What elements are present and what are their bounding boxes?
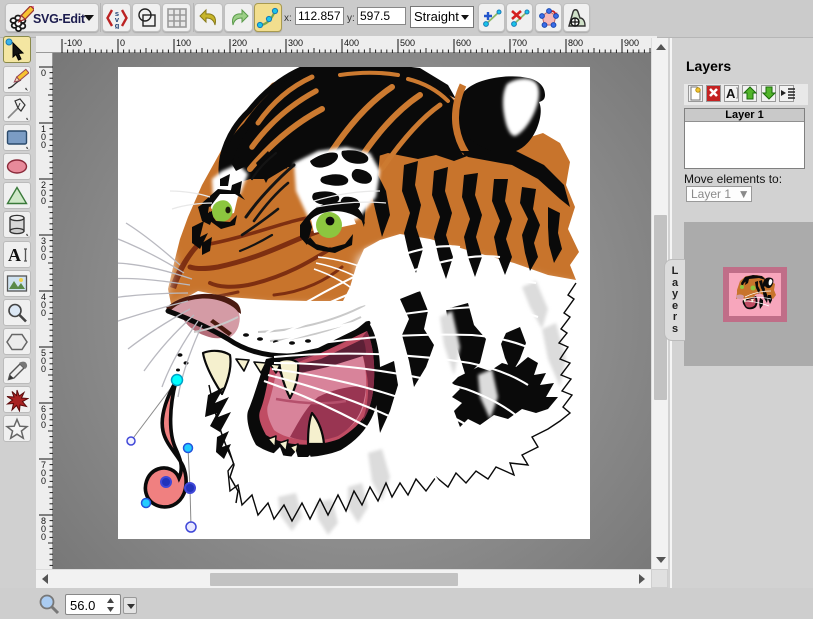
svg-text:300: 300	[288, 38, 303, 48]
svg-text:200: 200	[232, 38, 247, 48]
svg-text:0: 0	[41, 532, 46, 542]
svg-text:A: A	[8, 245, 21, 265]
svg-text:400: 400	[344, 38, 359, 48]
svg-text:0: 0	[41, 420, 46, 430]
svg-text:0: 0	[41, 476, 46, 486]
svg-text:600: 600	[456, 38, 471, 48]
svg-text:0: 0	[41, 308, 46, 318]
svg-text:0: 0	[41, 196, 46, 206]
svg-text:0: 0	[41, 68, 46, 78]
svg-text:800: 800	[568, 38, 583, 48]
svg-text:700: 700	[512, 38, 527, 48]
svg-text:-100: -100	[64, 38, 82, 48]
svg-text:100: 100	[176, 38, 191, 48]
svg-text:0: 0	[41, 140, 46, 150]
svg-text:900: 900	[624, 38, 639, 48]
svg-text:0: 0	[120, 38, 125, 48]
svg-text:0: 0	[41, 364, 46, 374]
svg-text:g: g	[114, 21, 119, 29]
svg-text:500: 500	[400, 38, 415, 48]
svg-text:A: A	[726, 86, 736, 100]
svg-text:0: 0	[41, 252, 46, 262]
